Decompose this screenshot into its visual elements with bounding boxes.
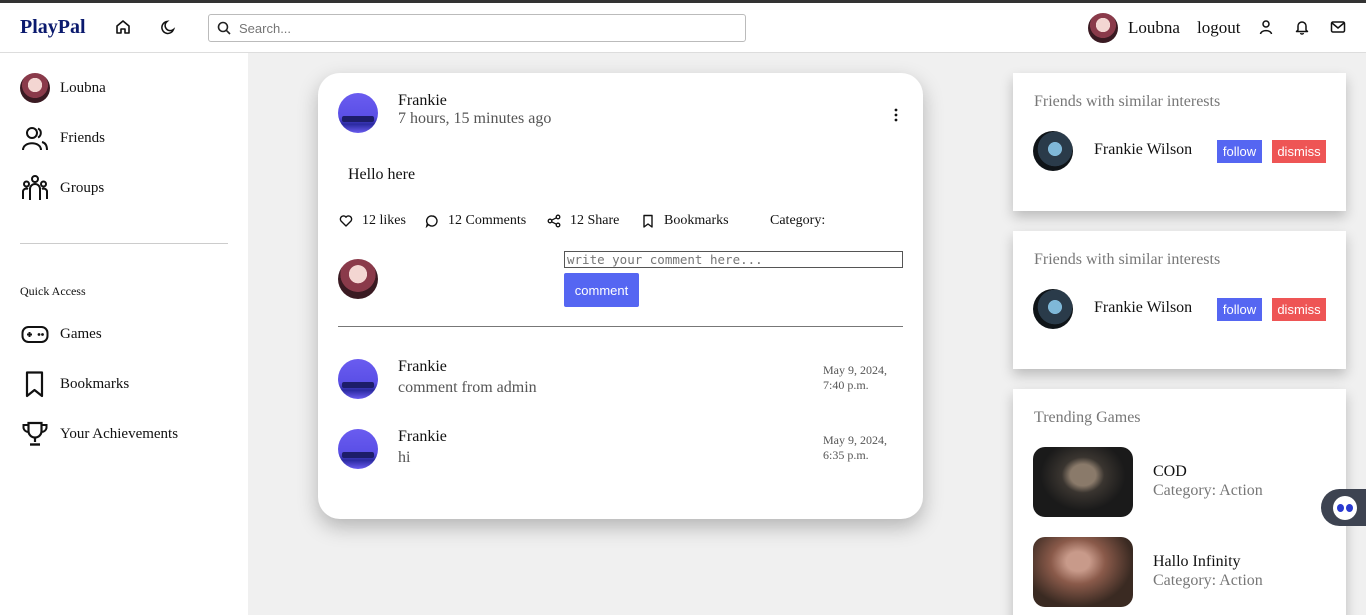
sidebar-item-profile[interactable]: Loubna <box>20 72 106 104</box>
comments-button[interactable]: 12 Comments <box>424 213 526 229</box>
game-thumbnail[interactable] <box>1033 537 1133 607</box>
search-bar <box>208 14 746 42</box>
brand-logo[interactable]: PlayPal <box>20 16 86 39</box>
sidebar-item-groups[interactable]: Groups <box>20 172 104 204</box>
chatbot-icon <box>1333 495 1357 520</box>
comments-divider <box>338 326 903 327</box>
comment-text: hi <box>398 449 411 466</box>
comment-author-avatar[interactable] <box>338 359 378 399</box>
logout-link[interactable]: logout <box>1197 18 1240 38</box>
share-icon <box>546 213 562 229</box>
top-navbar: PlayPal Loubna logout <box>0 0 1366 53</box>
friend-avatar[interactable] <box>1033 131 1073 171</box>
game-thumbnail[interactable] <box>1033 447 1133 517</box>
sidebar-item-label: Loubna <box>60 79 106 96</box>
home-icon[interactable] <box>113 17 133 37</box>
bookmark-button[interactable]: Bookmarks <box>640 213 729 229</box>
bookmark-label: Bookmarks <box>664 213 729 228</box>
comment-time-line: 7:40 p.m. <box>823 378 869 392</box>
suggestion-title: Friends with similar interests <box>1034 251 1221 268</box>
comment-input[interactable] <box>564 251 903 268</box>
search-icon <box>209 21 239 35</box>
chatbot-button[interactable] <box>1321 489 1366 526</box>
left-sidebar: Loubna Friends Groups Quick Access Games… <box>0 53 248 615</box>
post-author-avatar[interactable] <box>338 93 378 133</box>
notifications-bell-icon[interactable] <box>1292 17 1312 37</box>
quick-access-title: Quick Access <box>20 284 86 298</box>
likes-count: 12 likes <box>362 213 406 228</box>
comment-date: May 9, 2024, 7:40 p.m. <box>823 363 903 393</box>
comment-time-line: 6:35 p.m. <box>823 448 869 462</box>
comment-date: May 9, 2024, 6:35 p.m. <box>823 433 903 463</box>
post-card: Frankie 7 hours, 15 minutes ago Hello he… <box>318 73 923 519</box>
friend-avatar[interactable] <box>1033 289 1073 329</box>
bookmark-icon <box>20 369 50 399</box>
bookmark-icon <box>640 213 656 229</box>
current-username[interactable]: Loubna <box>1128 18 1180 38</box>
dismiss-button[interactable]: dismiss <box>1272 298 1326 321</box>
trophy-icon <box>20 419 50 449</box>
game-name[interactable]: COD <box>1153 463 1187 481</box>
friend-suggestion-card: Friends with similar interests Frankie W… <box>1013 231 1346 369</box>
suggestion-title: Friends with similar interests <box>1034 93 1221 110</box>
heart-icon <box>338 213 354 229</box>
post-author-name[interactable]: Frankie <box>398 92 447 110</box>
comment-date-line: May 9, 2024, <box>823 363 887 377</box>
post-timestamp: 7 hours, 15 minutes ago <box>398 110 552 127</box>
sidebar-item-label: Bookmarks <box>60 375 130 392</box>
dismiss-button[interactable]: dismiss <box>1272 140 1326 163</box>
sidebar-item-label: Groups <box>60 179 105 196</box>
sidebar-avatar <box>20 73 50 103</box>
comments-count: 12 Comments <box>448 213 527 228</box>
comment-author[interactable]: Frankie <box>398 358 447 376</box>
sidebar-divider <box>20 243 228 244</box>
share-count: 12 Share <box>570 213 620 228</box>
sidebar-item-friends[interactable]: Friends <box>20 122 105 154</box>
friends-icon <box>20 123 50 153</box>
friend-name[interactable]: Frankie Wilson <box>1094 141 1192 159</box>
comment-bubble-icon <box>424 213 440 229</box>
game-category: Category: Action <box>1153 482 1263 499</box>
post-category: Category: <box>770 213 826 228</box>
more-options-icon[interactable] <box>886 105 906 125</box>
sidebar-item-label: Your Achievements <box>60 425 179 442</box>
comment-author[interactable]: Frankie <box>398 428 447 446</box>
gamepad-icon <box>20 319 50 349</box>
comment-author-avatar[interactable] <box>338 429 378 469</box>
follow-button[interactable]: follow <box>1217 140 1262 163</box>
messages-mail-icon[interactable] <box>1328 17 1348 37</box>
user-avatar[interactable] <box>1088 13 1118 43</box>
game-category: Category: Action <box>1153 572 1263 589</box>
submit-comment-button[interactable]: comment <box>564 273 639 307</box>
share-button[interactable]: 12 Share <box>546 213 619 229</box>
game-name[interactable]: Hallo Infinity <box>1153 553 1241 571</box>
comment-text: comment from admin <box>398 379 537 396</box>
dark-mode-moon-icon[interactable] <box>159 17 179 37</box>
comment-date-line: May 9, 2024, <box>823 433 887 447</box>
sidebar-item-label: Games <box>60 325 102 342</box>
trending-games-card: Trending Games COD Category: Action Hall… <box>1013 389 1346 615</box>
friend-name[interactable]: Frankie Wilson <box>1094 299 1192 317</box>
follow-button[interactable]: follow <box>1217 298 1262 321</box>
trending-title: Trending Games <box>1034 409 1141 426</box>
search-input[interactable] <box>239 20 729 36</box>
post-content: Hello here <box>348 166 416 183</box>
sidebar-item-games[interactable]: Games <box>20 318 102 350</box>
commenter-avatar <box>338 259 378 299</box>
groups-icon <box>20 173 50 203</box>
sidebar-item-achievements[interactable]: Your Achievements <box>20 418 178 450</box>
friend-suggestion-card: Friends with similar interests Frankie W… <box>1013 73 1346 211</box>
sidebar-item-bookmarks[interactable]: Bookmarks <box>20 368 129 400</box>
profile-person-icon[interactable] <box>1256 17 1276 37</box>
sidebar-item-label: Friends <box>60 129 105 146</box>
like-button[interactable]: 12 likes <box>338 213 406 229</box>
